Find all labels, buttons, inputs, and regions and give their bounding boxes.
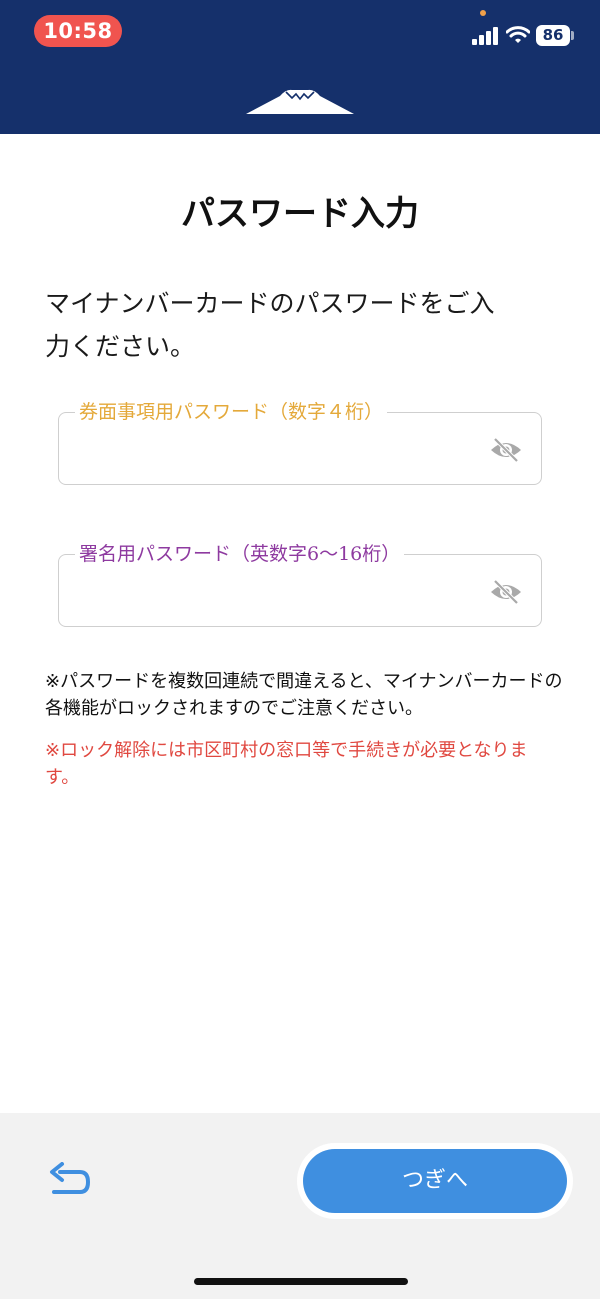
signature-password-label: 署名用パスワード（英数字6〜16桁） — [75, 541, 405, 567]
status-time: 10:58 — [34, 15, 122, 47]
wifi-icon — [506, 26, 530, 43]
home-indicator[interactable] — [194, 1278, 408, 1285]
card-surface-password-label: 券面事項用パスワード（数字４桁） — [75, 399, 388, 425]
signature-password-field[interactable]: 署名用パスワード（英数字6〜16桁） — [58, 541, 542, 627]
cellular-signal-icon — [472, 27, 498, 45]
page-title: パスワード入力 — [181, 194, 419, 234]
instruction-text: マイナンバーカードのパスワードをご入力ください。 — [45, 289, 495, 361]
unlock-procedure-alert: ※ロック解除には市区町村の窓口等で手続きが必要となります。 — [45, 740, 528, 788]
privacy-indicator-dot — [480, 10, 486, 16]
card-surface-password-input[interactable] — [73, 433, 473, 469]
mount-fuji-logo-icon — [246, 89, 354, 114]
battery-tip-icon — [571, 31, 574, 40]
eye-off-icon[interactable] — [489, 579, 523, 605]
signature-password-input[interactable] — [73, 575, 473, 611]
lockout-warning-text: ※パスワードを複数回連続で間違えると、マイナンバーカードの各機能がロックされます… — [45, 671, 563, 719]
undo-arrow-icon[interactable] — [46, 1162, 92, 1202]
eye-off-icon[interactable] — [489, 437, 523, 463]
battery-level: 86 — [536, 25, 570, 46]
next-button[interactable]: つぎへ — [303, 1149, 567, 1213]
card-surface-password-field[interactable]: 券面事項用パスワード（数字４桁） — [58, 399, 542, 485]
